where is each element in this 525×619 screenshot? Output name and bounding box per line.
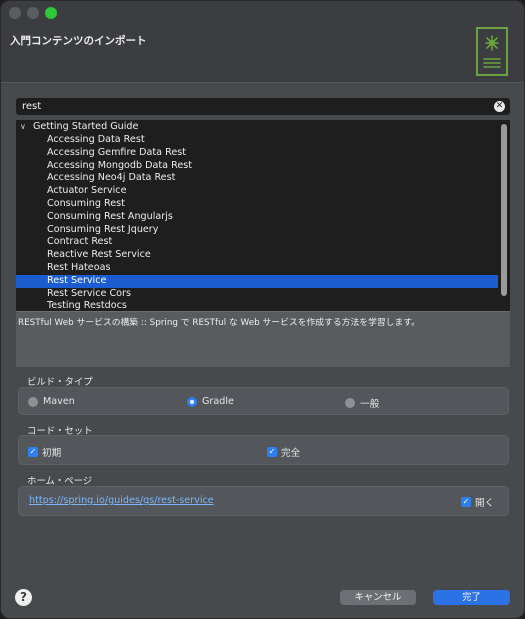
tree-item[interactable]: Rest Service Cors — [16, 288, 498, 301]
search-input[interactable] — [22, 99, 482, 113]
dialog-header: 入門コンテンツのインポート — [1, 25, 524, 83]
code-set-group: ✓ 初期 ✓ 完全 — [18, 435, 509, 465]
home-page-link[interactable]: https://spring.io/guides/gs/rest-service — [29, 495, 214, 506]
radio-off-icon[interactable] — [28, 396, 38, 407]
checkbox-initial[interactable]: ✓ 初期 — [28, 445, 61, 459]
tree-item[interactable]: Actuator Service — [16, 185, 498, 198]
build-type-group: Maven Gradle 一般 — [18, 387, 509, 415]
tree-item[interactable]: Testing Restdocs — [16, 300, 498, 311]
close-window-button[interactable] — [9, 7, 21, 19]
radio-general[interactable]: 一般 — [345, 396, 379, 410]
tree-item[interactable]: Consuming Rest Jquery — [16, 224, 498, 237]
checkbox-open[interactable]: ✓ 開く — [461, 495, 494, 509]
search-field[interactable]: ✕ — [16, 98, 510, 115]
guide-description: RESTful Web サービスの構築 :: Spring で RESTful … — [18, 318, 420, 328]
tree-item[interactable]: Rest Hateoas — [16, 262, 498, 275]
minimize-window-button[interactable] — [27, 7, 39, 19]
cancel-button[interactable]: キャンセル — [340, 590, 416, 605]
radio-maven[interactable]: Maven — [28, 396, 75, 407]
checkbox-complete[interactable]: ✓ 完全 — [267, 445, 300, 459]
checkmark-icon[interactable]: ✓ — [28, 447, 38, 457]
dialog-window: 入門コンテンツのインポート ✕ ∨ Getting Started Guide … — [0, 0, 525, 619]
help-icon[interactable]: ? — [15, 589, 32, 606]
tree-item[interactable]: Accessing Neo4j Data Rest — [16, 172, 498, 185]
checkmark-icon[interactable]: ✓ — [461, 497, 471, 507]
checkmark-icon[interactable]: ✓ — [267, 447, 277, 457]
home-page-label: ホーム・ページ — [27, 476, 93, 487]
tree-item[interactable]: Consuming Rest — [16, 198, 498, 211]
tree-item[interactable]: Reactive Rest Service — [16, 249, 498, 262]
tree-item[interactable]: Accessing Data Rest — [16, 134, 498, 147]
build-type-label: ビルド・タイプ — [27, 377, 93, 388]
tree-root-label: Getting Started Guide — [33, 121, 139, 132]
finish-button[interactable]: 完了 — [433, 590, 510, 605]
zoom-window-button[interactable] — [45, 7, 57, 19]
guide-description-panel: RESTful Web サービスの構築 :: Spring で RESTful … — [16, 311, 510, 367]
tree-root-row[interactable]: ∨ Getting Started Guide — [16, 121, 498, 134]
radio-on-icon[interactable] — [187, 396, 197, 407]
spring-banner-icon — [476, 27, 508, 76]
chevron-down-icon[interactable]: ∨ — [20, 121, 26, 134]
tree-item[interactable]: Accessing Gemfire Data Rest — [16, 147, 498, 160]
title-bar — [1, 1, 524, 25]
tree-item[interactable]: Accessing Mongodb Data Rest — [16, 160, 498, 173]
home-page-group: https://spring.io/guides/gs/rest-service… — [18, 486, 509, 516]
page-title: 入門コンテンツのインポート — [10, 35, 147, 47]
tree-item[interactable]: Consuming Rest Angularjs — [16, 211, 498, 224]
radio-off-icon[interactable] — [345, 398, 355, 408]
guide-tree[interactable]: ∨ Getting Started Guide Accessing Data R… — [16, 120, 510, 311]
tree-item-selected[interactable]: Rest Service — [16, 274, 498, 288]
tree-scrollbar[interactable] — [501, 124, 507, 296]
clear-search-icon[interactable]: ✕ — [494, 101, 505, 112]
tree-item[interactable]: Contract Rest — [16, 236, 498, 249]
radio-gradle[interactable]: Gradle — [187, 396, 234, 407]
